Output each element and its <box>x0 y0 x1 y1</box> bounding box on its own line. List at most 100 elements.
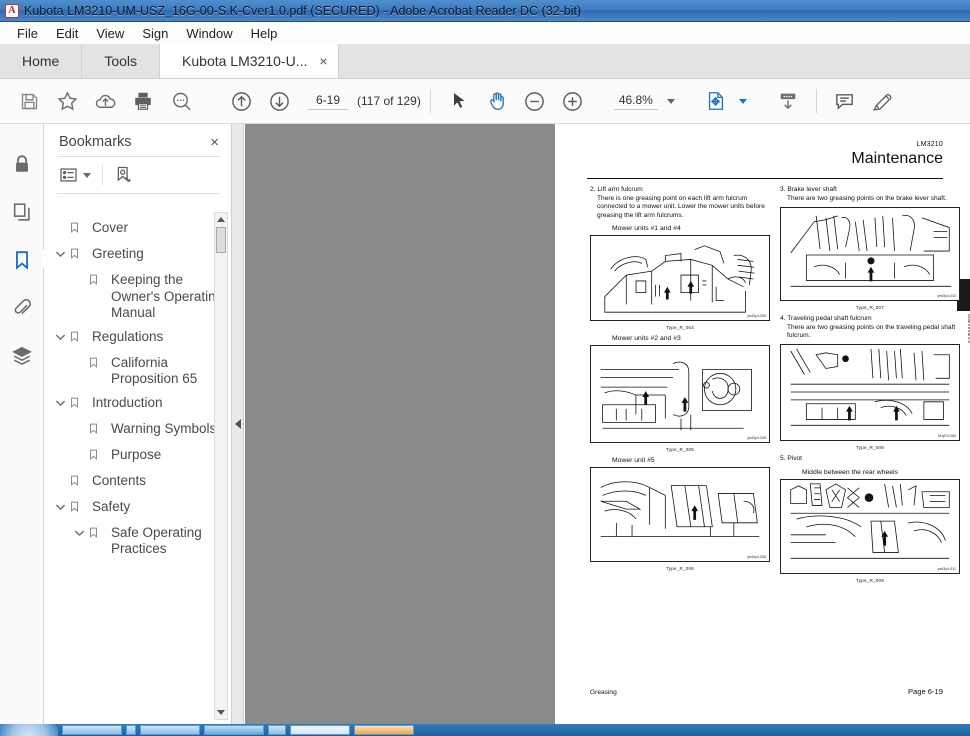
pdf-page: LM3210 Maintenance Maintenance 2. Lift a… <box>555 124 970 724</box>
add-to-favorites-icon[interactable] <box>48 82 86 120</box>
bookmarks-scrollbar[interactable] <box>214 212 228 720</box>
bookmarks-header: Bookmarks × <box>45 124 231 156</box>
bookmark-item-greeting[interactable]: Greeting <box>45 242 232 268</box>
bookmark-item-safety[interactable]: Safety <box>45 495 232 521</box>
document-heading: Maintenance <box>851 150 943 167</box>
figure-code: yed3y4-010 <box>937 294 956 299</box>
taskbar-item[interactable] <box>354 725 414 735</box>
taskbar-item[interactable] <box>140 725 200 735</box>
chevron-down-icon[interactable] <box>83 172 91 178</box>
hand-tool-icon[interactable] <box>478 82 516 120</box>
menu-view[interactable]: View <box>87 24 133 43</box>
bookmark-item-introduction[interactable]: Introduction <box>45 391 232 417</box>
zoom-level-input[interactable]: 46.8% <box>613 93 658 110</box>
chevron-down-icon[interactable] <box>666 98 675 104</box>
figure-caption: Type_R_005 <box>665 447 695 453</box>
figure-code: yed3y4-038 <box>747 555 766 560</box>
bookmark-item-california-proposition-65[interactable]: California Proposition 65 <box>45 351 232 391</box>
export-icon[interactable] <box>769 82 807 120</box>
figure-caption: Type_R_004 <box>665 325 695 331</box>
document-column-left: 2. Lift arm fulcrum There is one greasin… <box>590 186 770 571</box>
chevron-down-icon[interactable] <box>51 394 69 407</box>
comment-icon[interactable] <box>826 82 864 120</box>
figure-pivot: yed3y4-011 <box>780 478 960 574</box>
menu-edit[interactable]: Edit <box>47 24 87 43</box>
taskbar-item[interactable] <box>126 725 136 735</box>
figure-code: yed3y4-011 <box>937 566 956 571</box>
scroll-down-icon[interactable] <box>215 706 227 719</box>
highlight-icon[interactable] <box>864 82 902 120</box>
bookmarks-title: Bookmarks <box>59 134 132 150</box>
bookmark-item-safe-operating-practices[interactable]: Safe Operating Practices <box>45 521 232 561</box>
save-icon[interactable] <box>10 82 48 120</box>
menu-file[interactable]: File <box>8 24 47 43</box>
chevron-down-icon[interactable] <box>70 524 88 537</box>
tab-home[interactable]: Home <box>0 44 83 78</box>
fit-page-icon[interactable] <box>697 82 735 120</box>
divider <box>57 193 219 194</box>
new-bookmark-icon[interactable] <box>114 165 133 185</box>
tab-document[interactable]: Kubota LM3210-U... × <box>160 44 339 78</box>
document-viewer[interactable]: LM3210 Maintenance Maintenance 2. Lift a… <box>245 124 970 724</box>
taskbar-item[interactable] <box>204 725 264 735</box>
start-button[interactable] <box>0 724 58 736</box>
scrollbar-thumb[interactable] <box>216 227 226 253</box>
bookmark-icon <box>88 354 105 374</box>
page-number-input[interactable]: 6-19 <box>308 93 348 110</box>
figure-caption: Type_R_007 <box>855 305 885 311</box>
chevron-down-icon[interactable] <box>51 245 69 258</box>
figure-lift-arm-1: yed3y4-030 <box>590 235 770 322</box>
sidebar-item-bookmarks[interactable] <box>2 236 49 284</box>
figure-caption: Type_R_009 <box>855 577 885 583</box>
toolbar-divider-1 <box>429 89 431 113</box>
windows-taskbar <box>0 724 970 736</box>
sidebar-item-security[interactable] <box>2 140 42 188</box>
panel-collapse-button[interactable] <box>232 124 244 724</box>
bookmark-label: Purpose <box>111 446 162 462</box>
bookmark-label: Regulations <box>92 328 164 344</box>
chevron-down-icon[interactable] <box>51 328 69 341</box>
close-icon[interactable]: × <box>210 135 219 150</box>
bookmark-label: Keeping the Owner's Operating Manual <box>111 272 224 320</box>
select-tool-icon[interactable] <box>440 82 478 120</box>
print-icon[interactable] <box>124 82 162 120</box>
taskbar-item[interactable] <box>268 725 286 735</box>
sidebar-item-thumbnails[interactable] <box>2 188 42 236</box>
zoom-in-icon[interactable] <box>554 82 592 120</box>
menu-help[interactable]: Help <box>242 24 287 43</box>
close-icon[interactable]: × <box>319 54 327 68</box>
section-5-title: 5. Pivot <box>780 454 802 462</box>
bookmarks-tree[interactable]: Cover Greeting Keeping the Owner's Operati… <box>45 212 232 724</box>
next-page-icon[interactable] <box>260 82 298 120</box>
scroll-up-icon[interactable] <box>215 213 227 226</box>
tab-tools[interactable]: Tools <box>82 44 161 78</box>
section-2-sub-3: Mower unit #5 <box>612 457 655 465</box>
bookmark-icon <box>69 498 86 518</box>
bookmark-item-warning-symbols[interactable]: Warning Symbols <box>45 417 232 443</box>
upload-cloud-icon[interactable] <box>86 82 124 120</box>
acrobat-icon: A <box>5 3 19 18</box>
chevron-down-icon-fit[interactable] <box>738 98 747 104</box>
document-model-label: LM3210 <box>916 141 943 148</box>
taskbar-item[interactable] <box>290 725 350 735</box>
menubar: File Edit View Sign Window Help <box>0 22 970 45</box>
menu-sign[interactable]: Sign <box>133 24 177 43</box>
bookmark-item-purpose[interactable]: Purpose <box>45 443 232 469</box>
figure-caption: Type_R_008 <box>855 444 885 450</box>
bookmark-item-keeping-the-owner-s-operating-manual[interactable]: Keeping the Owner's Operating Manual <box>45 268 232 325</box>
bookmark-item-cover[interactable]: Cover <box>45 216 232 242</box>
divider <box>102 165 103 185</box>
bookmark-label: California Proposition 65 <box>111 354 198 387</box>
bookmark-item-contents[interactable]: Contents <box>45 469 232 495</box>
bookmark-options-icon[interactable] <box>59 167 91 183</box>
previous-page-icon[interactable] <box>222 82 260 120</box>
sidebar-item-attachments[interactable] <box>2 284 42 332</box>
search-icon[interactable] <box>162 82 200 120</box>
bookmark-icon <box>88 420 105 440</box>
sidebar-item-layers[interactable] <box>2 332 42 380</box>
taskbar-item[interactable] <box>62 725 122 735</box>
zoom-out-icon[interactable] <box>516 82 554 120</box>
chevron-down-icon[interactable] <box>51 498 69 511</box>
menu-window[interactable]: Window <box>177 24 241 43</box>
bookmark-item-regulations[interactable]: Regulations <box>45 325 232 351</box>
